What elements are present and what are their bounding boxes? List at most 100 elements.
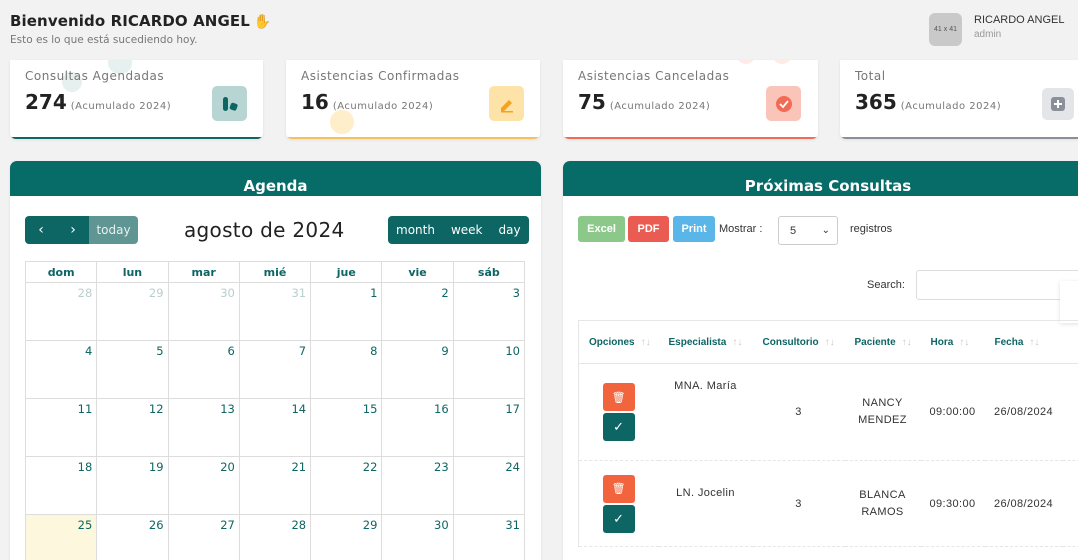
calendar-nav: ‹ › today xyxy=(25,216,138,244)
waving-hand-icon: ✋ xyxy=(253,14,272,30)
weekday-header: mar xyxy=(167,261,240,283)
calendar-day[interactable]: 20 xyxy=(167,456,240,515)
today-button[interactable]: today xyxy=(89,216,138,244)
overlay-box xyxy=(1060,281,1078,323)
calendar-day[interactable]: 26 xyxy=(96,514,169,560)
calendar-day[interactable]: 10 xyxy=(452,340,526,399)
calendar-day[interactable]: 31 xyxy=(452,514,526,560)
calendar-day[interactable]: 24 xyxy=(452,456,526,515)
row-options: 🗑 ✓ xyxy=(578,363,659,461)
sort-icon: ↑↓ xyxy=(959,336,970,348)
calendar-day[interactable]: 2 xyxy=(381,282,454,341)
calendar-day[interactable]: 30 xyxy=(381,514,454,560)
export-excel-button[interactable]: Excel xyxy=(578,216,625,242)
calendar-day[interactable]: 4 xyxy=(24,340,98,399)
calendar-day[interactable]: 19 xyxy=(96,456,169,515)
page-size-select[interactable]: 5 ⌄ xyxy=(778,216,838,245)
column-header-hora[interactable]: Hora ↑↓ xyxy=(920,320,985,364)
cell-paciente: NANCY MENDEZ xyxy=(844,363,921,461)
column-header-fecha[interactable]: Fecha ↑↓ xyxy=(984,320,1063,364)
cell-hora: 09:00:00 xyxy=(920,363,985,461)
calendar-day[interactable]: 28 xyxy=(24,282,98,341)
welcome-text: Bienvenido RICARDO ANGEL xyxy=(10,12,250,30)
avatar[interactable]: 41 x 41 xyxy=(929,13,962,46)
delete-button[interactable]: 🗑 xyxy=(602,383,635,411)
stat-accent-bar xyxy=(563,137,818,139)
calendar-day[interactable]: 30 xyxy=(167,282,240,341)
calendar-day[interactable]: 13 xyxy=(167,398,240,457)
next-month-button[interactable]: › xyxy=(57,216,89,244)
calendar-day[interactable]: 11 xyxy=(24,398,98,457)
delete-button[interactable]: 🗑 xyxy=(602,474,635,503)
cell-consultorio: 3 xyxy=(752,363,845,461)
calendar-day[interactable]: 6 xyxy=(167,340,240,399)
confirm-button[interactable]: ✓ xyxy=(602,413,635,441)
welcome-title: Bienvenido RICARDO ANGEL ✋ xyxy=(10,12,271,30)
sort-icon: ↑↓ xyxy=(901,336,912,348)
stat-label: Consultas Agendadas xyxy=(25,69,165,83)
welcome-subtitle: Esto es lo que está sucediendo hoy. xyxy=(10,34,198,46)
stat-label: Asistencias Canceladas xyxy=(578,69,730,83)
column-header-extra xyxy=(1062,320,1078,364)
confirm-button[interactable]: ✓ xyxy=(602,504,635,533)
cell-extra xyxy=(1062,460,1078,547)
column-header-consultorio[interactable]: Consultorio ↑↓ xyxy=(752,320,845,364)
view-week-button[interactable]: week xyxy=(443,216,491,244)
cell-fecha: 26/08/2024 xyxy=(984,460,1063,547)
calendar-view-switch: month week day xyxy=(388,216,529,244)
cell-fecha: 26/08/2024 xyxy=(984,363,1063,461)
calendar-day[interactable]: 28 xyxy=(238,514,312,560)
calendar-day[interactable]: 9 xyxy=(381,340,454,399)
stat-value: 16 (Acumulado 2024) xyxy=(301,90,434,114)
sort-icon: ↑↓ xyxy=(824,336,835,348)
calendar-day[interactable]: 3 xyxy=(452,282,526,341)
calendar-grid: dom lun mar mié jue vie sáb 28 29 30 31 … xyxy=(24,261,526,560)
calendar-day[interactable]: 14 xyxy=(238,398,312,457)
calendar-day[interactable]: 18 xyxy=(24,456,98,515)
calendar-day[interactable]: 16 xyxy=(381,398,454,457)
chevron-left-icon: ‹ xyxy=(38,222,44,238)
column-header-especialista[interactable]: Especialista ↑↓ xyxy=(658,320,753,364)
trash-icon: 🗑 xyxy=(611,483,626,495)
show-label: Mostrar : xyxy=(719,223,763,235)
view-day-button[interactable]: day xyxy=(490,216,528,244)
calendar-day[interactable]: 8 xyxy=(310,340,383,399)
stat-card-consultas: Consultas Agendadas 274 (Acumulado 2024) xyxy=(10,60,263,139)
calendar-day[interactable]: 31 xyxy=(238,282,312,341)
calendar-day[interactable]: 29 xyxy=(310,514,383,560)
prev-month-button[interactable]: ‹ xyxy=(25,216,57,244)
calendar-day[interactable]: 12 xyxy=(96,398,169,457)
view-month-button[interactable]: month xyxy=(388,216,443,244)
pencil-icon xyxy=(489,86,524,121)
chevron-down-icon: ⌄ xyxy=(821,225,830,236)
print-button[interactable]: Print xyxy=(673,216,715,242)
calendar-day[interactable]: 7 xyxy=(238,340,312,399)
calendar-day[interactable]: 1 xyxy=(310,282,383,341)
weekday-header: mié xyxy=(238,261,312,283)
calendar-day[interactable]: 21 xyxy=(238,456,312,515)
column-header-opciones[interactable]: Opciones ↑↓ xyxy=(578,320,659,364)
calendar-day[interactable]: 23 xyxy=(381,456,454,515)
check-circle-icon xyxy=(766,86,801,121)
stat-accent-bar xyxy=(10,137,263,139)
column-header-paciente[interactable]: Paciente ↑↓ xyxy=(844,320,921,364)
calendar-day[interactable]: 15 xyxy=(310,398,383,457)
cell-paciente: BLANCA RAMOS xyxy=(844,460,921,547)
user-name[interactable]: RICARDO ANGEL xyxy=(974,14,1064,26)
weekday-header: dom xyxy=(24,261,98,283)
calendar-day[interactable]: 22 xyxy=(310,456,383,515)
stat-value: 274 (Acumulado 2024) xyxy=(25,90,172,114)
calendar-day[interactable]: 5 xyxy=(96,340,169,399)
stat-card-total: Total 365 (Acumulado 2024) xyxy=(840,60,1078,139)
check-icon: ✓ xyxy=(613,510,625,526)
plus-icon xyxy=(1042,88,1074,120)
search-input[interactable] xyxy=(916,270,1078,300)
cell-consultorio: 3 xyxy=(752,460,845,547)
weekday-header: vie xyxy=(381,261,454,283)
calendar-day[interactable]: 29 xyxy=(96,282,169,341)
calendar-day-today[interactable]: 25 xyxy=(24,514,98,560)
export-pdf-button[interactable]: PDF xyxy=(628,216,669,242)
calendar-day[interactable]: 27 xyxy=(167,514,240,560)
weekday-header: jue xyxy=(310,261,383,283)
calendar-day[interactable]: 17 xyxy=(452,398,526,457)
